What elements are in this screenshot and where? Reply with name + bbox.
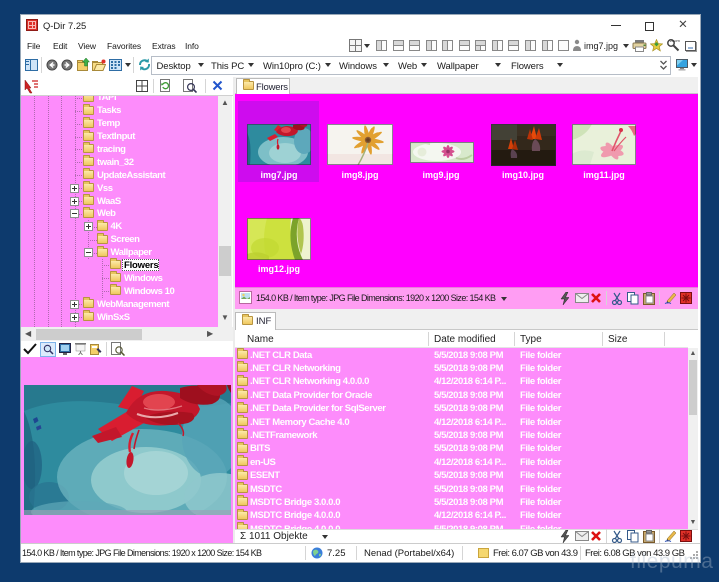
- svg-text:zoom: zoom: [670, 38, 680, 43]
